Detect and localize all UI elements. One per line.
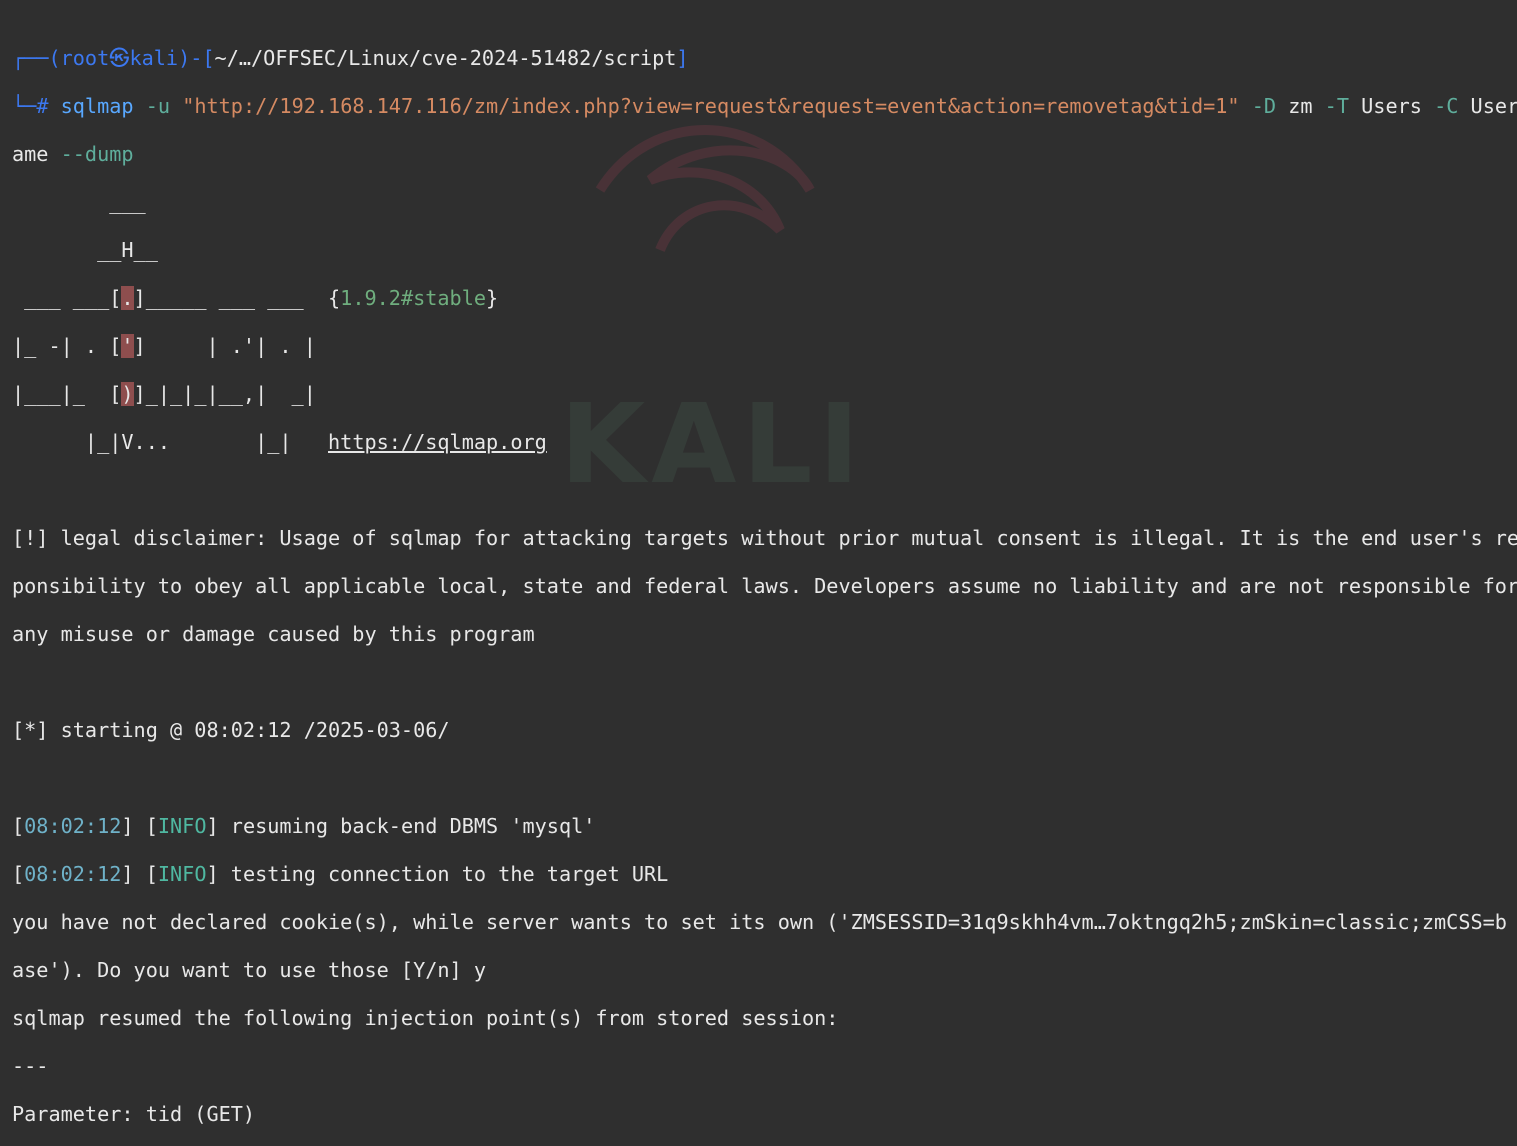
prompt-path: ~/…/OFFSEC/Linux/cve-2024-51482/script <box>214 46 677 70</box>
banner-line-1: ___ <box>12 190 146 214</box>
command-line-wrap: ame --dump <box>12 142 134 166</box>
version-text: 1.9.2#stable <box>340 286 487 310</box>
separator-line: --- <box>12 1054 49 1078</box>
prompt-host: kali <box>129 46 179 70</box>
prompt-line-1: ┌──(root㉿kali)-[~/…/OFFSEC/Linux/cve-202… <box>12 46 689 70</box>
banner-line-2: __H__ <box>12 238 158 262</box>
banner-line-3: ___ ___[.]_____ ___ ___ {1.9.2#stable} <box>12 286 499 310</box>
log-line-2: [08:02:12] [INFO] testing connection to … <box>12 862 669 886</box>
terminal-output[interactable]: ┌──(root㉿kali)-[~/…/OFFSEC/Linux/cve-202… <box>12 22 1517 1146</box>
banner-line-4: |_ -| . ['] | .'| . | <box>12 334 316 358</box>
prompt-user: root <box>60 46 110 70</box>
disclaimer-line-3: any misuse or damage caused by this prog… <box>12 622 535 646</box>
command-line: └─# sqlmap -u "http://192.168.147.116/zm… <box>12 94 1517 118</box>
banner-line-5: |___|_ [)]_|_|_|__,| _| <box>12 382 316 406</box>
command-url: "http://192.168.147.116/zm/index.php?vie… <box>182 94 1240 118</box>
cookie-line-2: ase'). Do you want to use those [Y/n] y <box>12 958 487 982</box>
disclaimer-line-2: ponsibility to obey all applicable local… <box>12 574 1517 598</box>
starting-line: [*] starting @ 08:02:12 /2025-03-06/ <box>12 718 450 742</box>
prompt-at-icon: ㉿ <box>109 46 130 70</box>
log-line-1: [08:02:12] [INFO] resuming back-end DBMS… <box>12 814 596 838</box>
sqlmap-site-link[interactable]: https://sqlmap.org <box>328 430 547 454</box>
disclaimer-line-1: [!] legal disclaimer: Usage of sqlmap fo… <box>12 526 1517 550</box>
parameter-line: Parameter: tid (GET) <box>12 1102 256 1126</box>
cookie-line-1: you have not declared cookie(s), while s… <box>12 910 1507 934</box>
banner-line-6: |_|V... |_| https://sqlmap.org <box>12 430 547 454</box>
resumed-line: sqlmap resumed the following injection p… <box>12 1006 839 1030</box>
